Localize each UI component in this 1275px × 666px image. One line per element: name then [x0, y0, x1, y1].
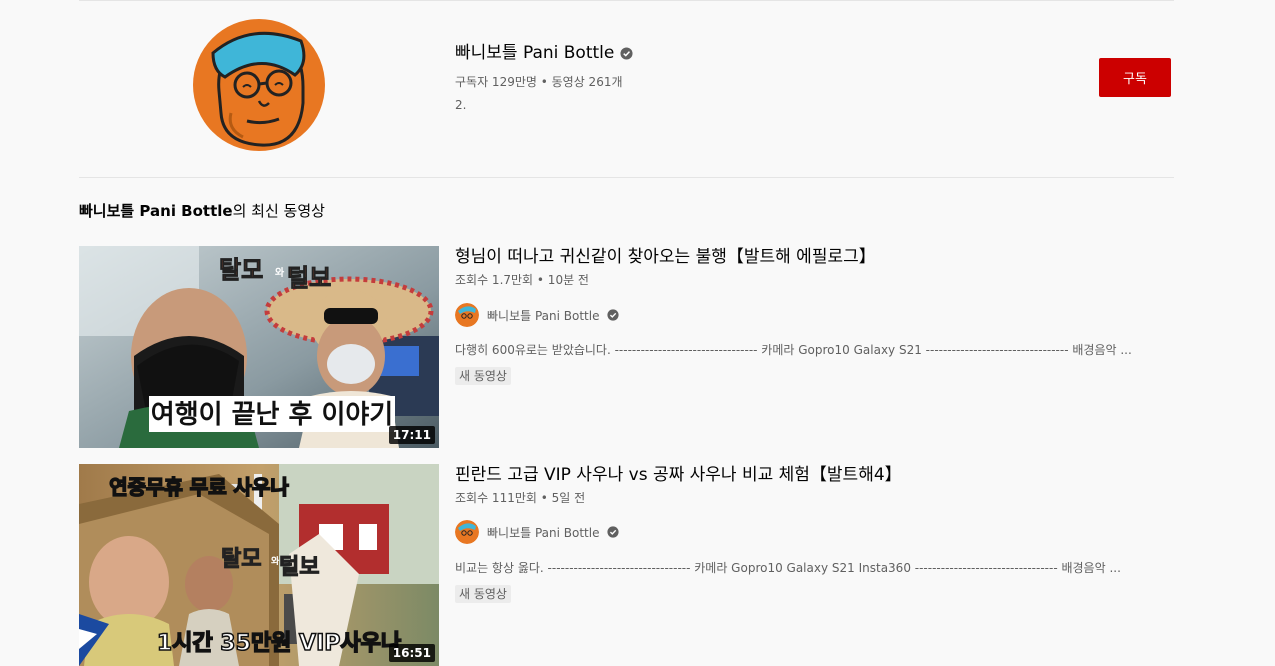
- channel-name[interactable]: 빠니보틀 Pani Bottle: [455, 42, 633, 64]
- video-description: 비교는 항상 옳다. -----------------------------…: [455, 561, 1121, 575]
- video-meta: 조회수 1.7만회 • 10분 전: [455, 273, 589, 287]
- channel-description: 2.: [455, 98, 467, 112]
- channel-avatar[interactable]: [191, 17, 327, 153]
- section-title-suffix: 의 최신 동영상: [232, 202, 325, 220]
- channel-stats: 구독자 129만명 • 동영상 261개: [455, 75, 623, 89]
- video-channel-name[interactable]: 빠니보틀 Pani Bottle: [487, 524, 599, 541]
- verified-check-icon: [620, 46, 633, 60]
- thumb-caption: 1시간 35만원 VIP사우나: [157, 631, 401, 656]
- video-title[interactable]: 형님이 떠나고 귀신같이 찾아오는 불행【발트해 에필로그】: [455, 245, 876, 269]
- verified-check-icon: [607, 526, 620, 538]
- video-thumbnail[interactable]: 연중무휴 무료 사우나 탈모 와 털보 1시간 35만원 VIP사우나 16:5…: [79, 464, 439, 666]
- thumb-caption: 여행이 끝난 후 이야기: [151, 400, 393, 430]
- video-duration: 16:51: [388, 644, 435, 662]
- video-duration: 17:11: [388, 426, 435, 444]
- video-title[interactable]: 핀란드 고급 VIP 사우나 vs 공짜 사우나 비교 체험【발트해4】: [455, 463, 902, 487]
- new-video-badge: 새 동영상: [455, 367, 511, 385]
- header-divider: [79, 177, 1174, 178]
- channel-avatar-small[interactable]: [455, 520, 479, 544]
- thumb-caption-top: 연중무휴 무료 사우나: [109, 475, 289, 499]
- new-video-badge: 새 동영상: [455, 585, 511, 603]
- section-title: 빠니보틀 Pani Bottle의 최신 동영상: [79, 200, 325, 222]
- video-description: 다행히 600유로는 받았습니다. ----------------------…: [455, 343, 1132, 357]
- video-meta: 조회수 111만회 • 5일 전: [455, 491, 586, 505]
- thumbnail-image: 탈모 와 털보 여행이 끝난 후 이야기: [79, 246, 439, 448]
- video-thumbnail[interactable]: 탈모 와 털보 여행이 끝난 후 이야기 17:11: [79, 246, 439, 448]
- video-channel-name[interactable]: 빠니보틀 Pani Bottle: [487, 307, 599, 324]
- pani-bottle-avatar-illustration: [191, 17, 327, 153]
- thumb-logo-a: 탈모: [219, 256, 263, 284]
- verified-check-icon: [607, 309, 620, 321]
- top-divider: [79, 0, 1174, 1]
- section-title-channel[interactable]: 빠니보틀 Pani Bottle: [79, 202, 233, 220]
- thumb-logo-c: 털보: [279, 555, 319, 580]
- thumb-logo-b: 와: [275, 267, 285, 279]
- thumb-logo-a: 탈모: [221, 547, 261, 572]
- channel-avatar-small[interactable]: [455, 303, 479, 327]
- pani-bottle-avatar-icon: [455, 520, 479, 544]
- pani-bottle-avatar-icon: [455, 303, 479, 327]
- thumb-logo-c: 털보: [287, 264, 331, 292]
- video-channel[interactable]: 빠니보틀 Pani Bottle: [455, 520, 620, 544]
- subscribe-button[interactable]: 구독: [1099, 58, 1171, 97]
- video-channel[interactable]: 빠니보틀 Pani Bottle: [455, 303, 620, 327]
- channel-name-text[interactable]: 빠니보틀 Pani Bottle: [455, 42, 614, 64]
- thumbnail-image: 연중무휴 무료 사우나 탈모 와 털보 1시간 35만원 VIP사우나: [79, 464, 439, 666]
